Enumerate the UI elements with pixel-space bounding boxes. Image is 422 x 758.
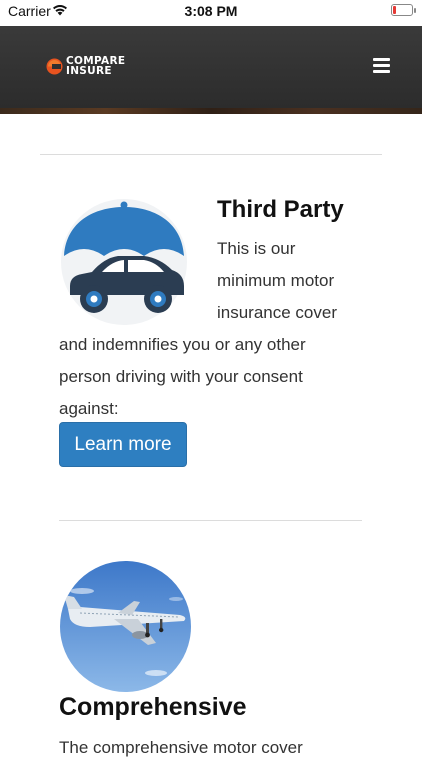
third-party-text-line: and indemnifies you or any other — [59, 335, 306, 354]
section-divider — [40, 154, 382, 155]
site-header: COMPARE INSURE — [0, 26, 422, 108]
hamburger-menu-icon[interactable] — [373, 58, 391, 74]
car-umbrella-icon — [61, 199, 187, 325]
status-bar: Carrier 3:08 PM — [0, 0, 422, 26]
airplane-photo — [60, 561, 191, 692]
comprehensive-title: Comprehensive — [59, 693, 247, 721]
third-party-text-line: person driving with your consent — [59, 367, 303, 386]
section-divider — [59, 520, 362, 521]
battery-icon — [391, 4, 416, 16]
logo-text: COMPARE INSURE — [66, 56, 125, 77]
third-party-text-line: against: — [59, 399, 119, 418]
comprehensive-text: The comprehensive motor cover — [59, 738, 303, 757]
clock: 3:08 PM — [184, 3, 238, 19]
logo-mark-icon — [46, 58, 63, 75]
third-party-text-line: This is our — [217, 239, 296, 258]
third-party-title: Third Party — [217, 196, 344, 223]
header-image-strip — [0, 108, 422, 114]
third-party-text-line: minimum motor — [217, 271, 335, 290]
logo-line-2: INSURE — [66, 65, 112, 77]
third-party-text-line: insurance cover — [217, 303, 338, 322]
compare-insure-logo[interactable]: COMPARE INSURE — [46, 56, 138, 78]
learn-more-button[interactable]: Learn more — [59, 422, 187, 467]
